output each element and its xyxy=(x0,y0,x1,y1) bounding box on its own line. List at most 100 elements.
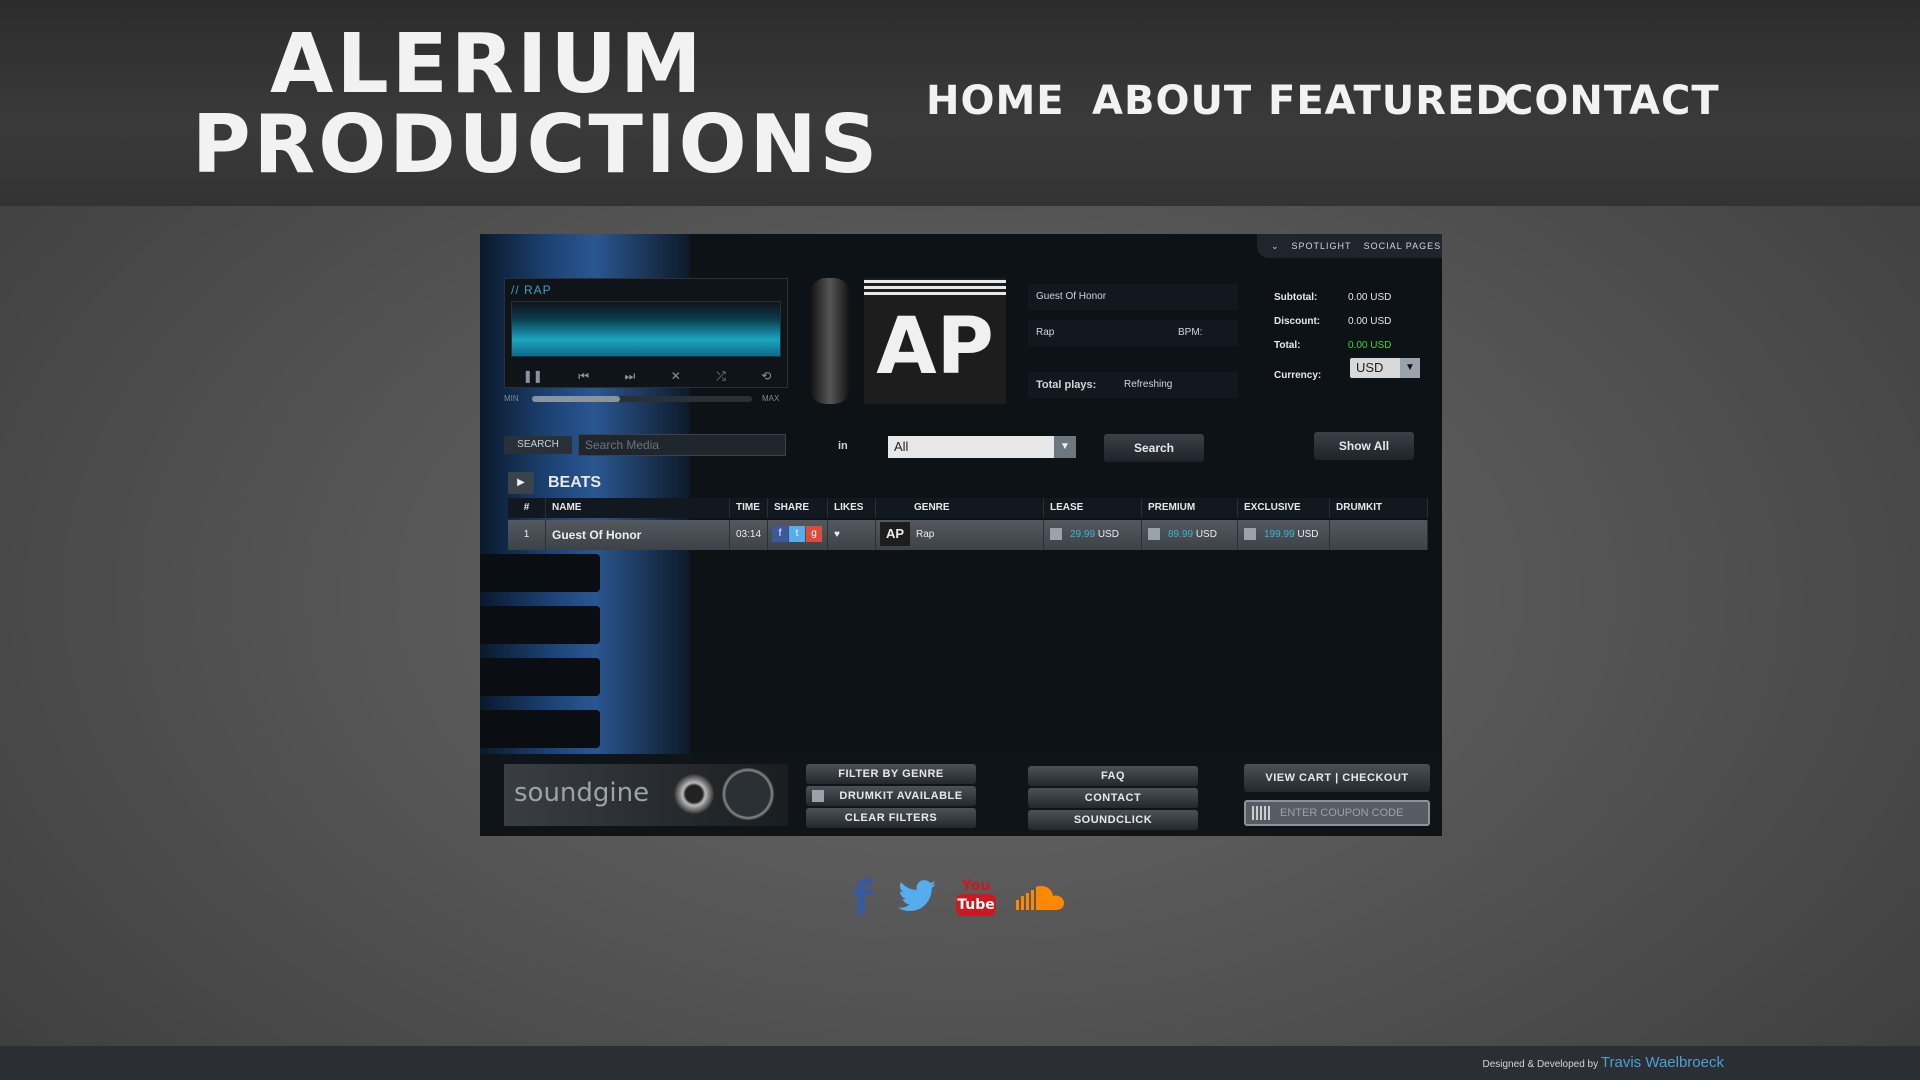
currency-select[interactable]: USD ▼ xyxy=(1350,358,1420,378)
col-lease: LEASE xyxy=(1044,498,1142,518)
site-footer: Designed & Developed by Travis Waelbroec… xyxy=(0,1046,1920,1080)
row-art: AP xyxy=(880,522,910,547)
nav-featured[interactable]: FEATURED xyxy=(1268,78,1510,124)
drumkit-available-label: DRUMKIT AVAILABLE xyxy=(839,790,963,802)
in-label: in xyxy=(838,440,848,452)
now-playing-genre-row: Rap BPM: xyxy=(1028,320,1238,346)
subtotal-value: 0.00 USD xyxy=(1348,292,1392,303)
search-input[interactable]: Search Media xyxy=(578,434,786,456)
search-button[interactable]: Search xyxy=(1104,434,1204,462)
row-lease: 29.99 USD xyxy=(1044,520,1142,550)
site-logo[interactable]: ALERIUM PRODUCTIONS xyxy=(192,20,877,190)
volume-slider[interactable]: MIN MAX xyxy=(504,392,788,406)
credit-link[interactable]: Travis Waelbroeck xyxy=(1601,1054,1724,1071)
search-bar: SEARCH Search Media in All ▼ Search Show… xyxy=(504,432,1434,464)
chevron-down-icon[interactable]: ⌄ xyxy=(1271,241,1280,252)
audio-visualizer: // RAP ❚❚ ⏮ ⏭ ✕ ⤮ ⟲ xyxy=(504,278,788,388)
premium-currency: USD xyxy=(1195,529,1217,540)
heart-icon[interactable]: ♥ xyxy=(834,529,840,540)
nav-contact[interactable]: CONTACT xyxy=(1504,78,1720,124)
col-num: # xyxy=(508,498,546,518)
play-icon[interactable]: ▶ xyxy=(508,472,534,494)
soundclick-button[interactable]: SOUNDCLICK xyxy=(1028,810,1198,830)
premium-price: 89.99 xyxy=(1168,529,1194,540)
now-playing-title: Guest Of Honor xyxy=(1028,284,1238,310)
nav-home[interactable]: HOME xyxy=(926,78,1065,124)
coupon-placeholder: ENTER COUPON CODE xyxy=(1280,807,1404,819)
bpm-label: BPM: xyxy=(1178,327,1203,338)
col-genre: GENRE xyxy=(876,498,1044,518)
now-playing-genre: Rap xyxy=(1036,327,1055,338)
coupon-input[interactable]: ENTER COUPON CODE xyxy=(1244,800,1430,826)
shuffle-icon[interactable]: ⤮ xyxy=(716,369,726,384)
table-header: # NAME TIME SHARE LIKES GENRE LEASE PREM… xyxy=(508,498,1428,518)
credit-prefix: Designed & Developed by xyxy=(1482,1059,1599,1070)
view-cart-button[interactable]: VIEW CART | CHECKOUT xyxy=(1244,764,1430,792)
beats-section-header: ▶ BEATS xyxy=(508,472,768,496)
waveform xyxy=(511,301,781,357)
drumkit-available-toggle[interactable]: DRUMKIT AVAILABLE xyxy=(806,786,976,806)
drumkit-checkbox[interactable] xyxy=(812,790,824,802)
next-icon[interactable]: ⏭ xyxy=(624,369,635,384)
faq-button[interactable]: FAQ xyxy=(1028,766,1198,786)
table-row[interactable]: 1 Guest Of Honor 03:14 ftg ♥ AP Rap 29.99… xyxy=(508,520,1428,550)
previous-icon[interactable]: ⏮ xyxy=(578,369,589,384)
cart-totals: Subtotal: 0.00 USD Discount: 0.00 USD Tota… xyxy=(1266,284,1432,402)
volume-fill xyxy=(532,396,620,402)
section-label: BEATS xyxy=(548,474,602,491)
search-scope-select[interactable]: All ▼ xyxy=(888,436,1076,458)
premium-checkbox[interactable] xyxy=(1148,528,1160,541)
lease-checkbox[interactable] xyxy=(1050,528,1062,541)
exclusive-price: 199.99 xyxy=(1264,529,1295,540)
search-label: SEARCH xyxy=(504,436,572,454)
facebook-share-icon[interactable]: f xyxy=(772,526,788,543)
dial-icon[interactable] xyxy=(674,774,714,814)
youtube-top: You xyxy=(961,878,991,894)
col-share: SHARE xyxy=(768,498,828,518)
soundcloud-icon[interactable] xyxy=(1014,884,1070,918)
soundgine-panel: soundgine xyxy=(504,764,788,826)
row-drumkit xyxy=(1330,520,1428,550)
row-time: 03:14 xyxy=(730,520,768,550)
chevron-down-icon: ▼ xyxy=(1054,436,1076,458)
col-time: TIME xyxy=(730,498,768,518)
col-name: NAME xyxy=(546,498,730,518)
chevron-down-icon: ▼ xyxy=(1400,358,1420,378)
barcode-icon xyxy=(1252,806,1272,820)
tab-spotlight[interactable]: SPOTLIGHT xyxy=(1292,241,1352,251)
google-plus-share-icon[interactable]: g xyxy=(806,526,822,543)
footer-credit: Designed & Developed by Travis Waelbroec… xyxy=(1482,1054,1724,1071)
youtube-icon[interactable]: You Tube xyxy=(956,878,996,922)
row-likes: ♥ xyxy=(828,520,876,550)
now-playing-info: Guest Of Honor Rap BPM: Total plays: Ref… xyxy=(1028,284,1238,404)
close-icon[interactable]: ✕ xyxy=(671,369,681,383)
clear-filters-button[interactable]: CLEAR FILTERS xyxy=(806,808,976,828)
album-art: AP xyxy=(864,278,1006,404)
soundgine-logo: soundgine xyxy=(514,778,650,808)
total-value: 0.00 USD xyxy=(1348,340,1392,351)
row-num: 1 xyxy=(508,520,546,550)
col-drumkit: DRUMKIT xyxy=(1330,498,1428,518)
twitter-icon[interactable] xyxy=(898,880,938,918)
filter-by-genre-button[interactable]: FILTER BY GENRE xyxy=(806,764,976,784)
nav-about[interactable]: ABOUT xyxy=(1092,78,1252,124)
twitter-share-icon[interactable]: t xyxy=(789,526,805,543)
volume-track[interactable] xyxy=(532,396,752,402)
discount-value: 0.00 USD xyxy=(1348,316,1392,327)
show-all-button[interactable]: Show All xyxy=(1314,432,1414,460)
power-icon[interactable] xyxy=(722,768,774,820)
player-footer: soundgine FILTER BY GENRE DRUMKIT AVAILA… xyxy=(480,754,1442,836)
exclusive-checkbox[interactable] xyxy=(1244,528,1256,541)
search-scope-value: All xyxy=(894,439,909,454)
discount-label: Discount: xyxy=(1274,316,1321,327)
logo-line2: PRODUCTIONS xyxy=(192,98,881,191)
volume-min-label: MIN xyxy=(504,394,519,403)
repeat-icon[interactable]: ⟲ xyxy=(761,369,771,383)
pause-icon[interactable]: ❚❚ xyxy=(523,369,543,383)
tab-social-pages[interactable]: SOCIAL PAGES xyxy=(1364,241,1442,251)
row-name[interactable]: Guest Of Honor xyxy=(546,520,730,550)
contact-button[interactable]: CONTACT xyxy=(1028,788,1198,808)
transport-controls: ❚❚ ⏮ ⏭ ✕ ⤮ ⟲ xyxy=(505,365,789,387)
facebook-icon[interactable]: f xyxy=(852,874,873,924)
scroll-wheel[interactable] xyxy=(810,278,850,404)
